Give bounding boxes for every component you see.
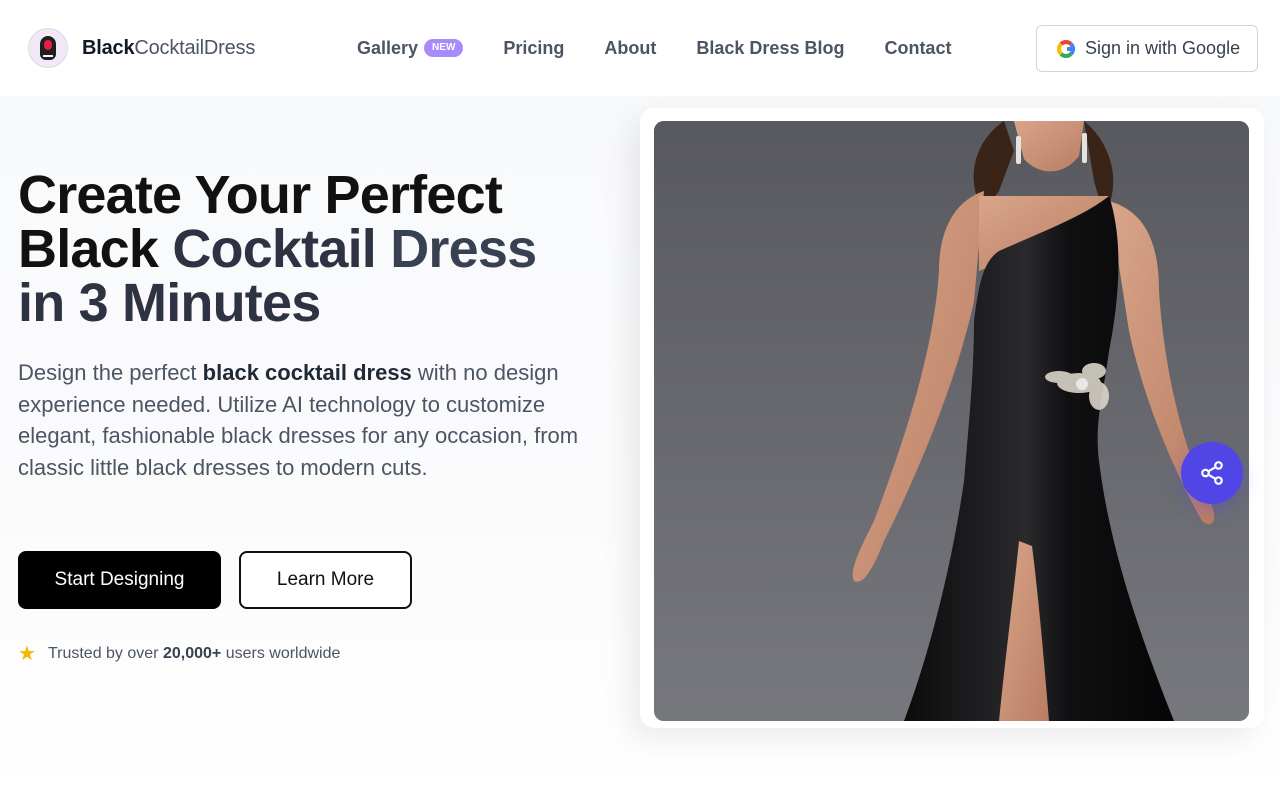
learn-more-button[interactable]: Learn More xyxy=(239,551,412,609)
brand-name: BlackCocktailDress xyxy=(82,37,255,60)
lead-bold: black cocktail dress xyxy=(202,360,412,385)
headline-line-2: Black Cocktail Dress xyxy=(18,222,618,276)
google-signin-button[interactable]: Sign in with Google xyxy=(1036,25,1258,72)
nav-item-pricing[interactable]: Pricing xyxy=(503,36,564,60)
share-icon xyxy=(1201,461,1223,485)
start-designing-button[interactable]: Start Designing xyxy=(18,551,221,609)
nav-item-about[interactable]: About xyxy=(604,36,656,60)
headline-line-3: in 3 Minutes xyxy=(18,273,321,333)
site-header: BlackCocktailDress Gallery NEW Pricing A… xyxy=(0,0,1280,96)
nav-item-contact[interactable]: Contact xyxy=(884,36,951,60)
headline-word-black: Black xyxy=(18,219,173,279)
google-icon xyxy=(1057,39,1075,58)
trust-line: ★ Trusted by over 20,000+ users worldwid… xyxy=(18,644,340,664)
main-nav: Gallery NEW Pricing About Black Dress Bl… xyxy=(357,36,991,60)
dress-photo xyxy=(654,121,1249,721)
trust-count: 20,000+ xyxy=(162,645,222,662)
dress-illustration xyxy=(654,121,1249,721)
showcase-card xyxy=(640,108,1264,728)
signin-label: Sign in with Google xyxy=(1085,38,1241,58)
floating-chip xyxy=(1140,788,1280,800)
trust-pre: Trusted by over xyxy=(47,645,159,662)
nav-item-blog[interactable]: Black Dress Blog xyxy=(696,36,844,60)
nav-item-label: Pricing xyxy=(503,38,565,58)
nav-item-label: Gallery xyxy=(357,38,419,58)
headline-word-cocktail: Cocktail xyxy=(172,219,391,279)
star-icon: ★ xyxy=(18,643,36,665)
share-button[interactable] xyxy=(1181,442,1243,504)
nav-item-gallery[interactable]: Gallery NEW xyxy=(357,36,464,60)
new-badge: NEW xyxy=(424,39,464,57)
dress-avatar-icon xyxy=(28,28,68,68)
headline-line-1: Create Your Perfect xyxy=(18,165,503,225)
trust-post: users worldwide xyxy=(225,645,341,662)
logo[interactable]: BlackCocktailDress xyxy=(28,28,255,68)
nav-item-label: Black Dress Blog xyxy=(696,38,845,58)
brand-name-bold: Black xyxy=(82,36,135,59)
nav-item-label: About xyxy=(604,38,657,58)
hero-description: Design the perfect black cocktail dress … xyxy=(18,357,598,483)
brand-name-light: CocktailDress xyxy=(134,36,256,59)
hero-headline: Create Your Perfect Black Cocktail Dress… xyxy=(18,168,618,330)
nav-item-label: Contact xyxy=(884,38,952,58)
lead-pre: Design the perfect xyxy=(18,360,203,385)
headline-word-dress: Dress xyxy=(390,219,537,279)
